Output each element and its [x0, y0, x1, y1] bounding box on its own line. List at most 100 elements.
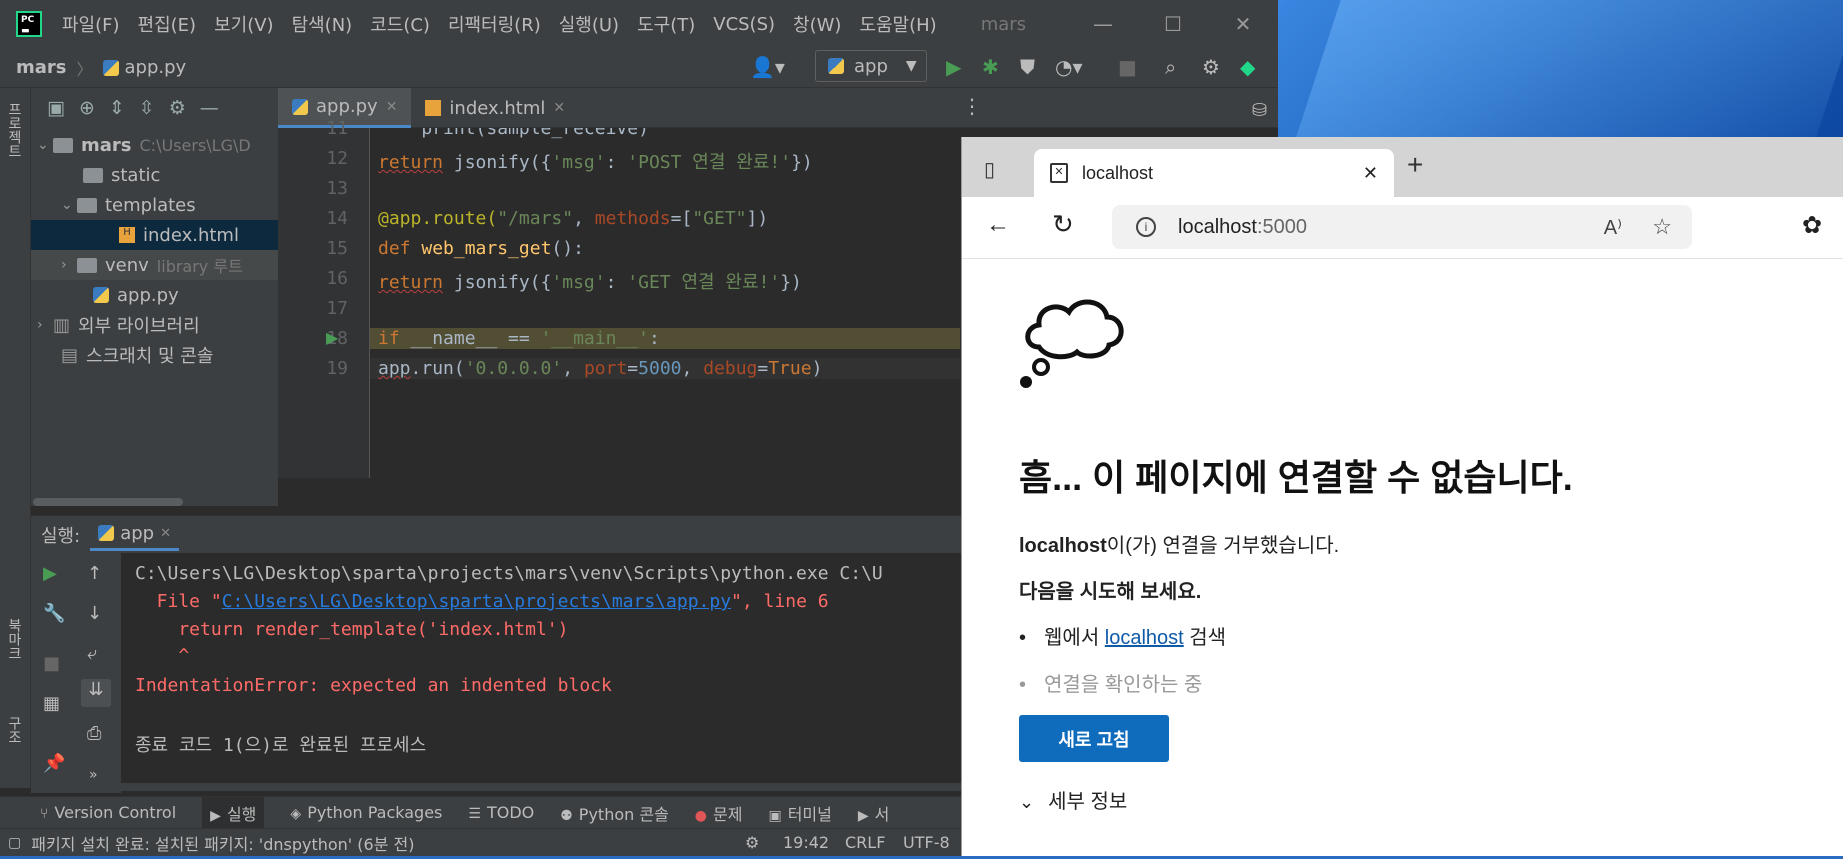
- tab-python-console[interactable]: ⚉ Python 콘솔: [560, 801, 669, 825]
- line-separator[interactable]: CRLF: [845, 833, 885, 852]
- run-config-select[interactable]: app ▼: [815, 50, 927, 82]
- tree-item-external-libraries[interactable]: › ▥ 외부 라이브러리: [31, 310, 278, 340]
- extensions-icon[interactable]: ✿: [1802, 211, 1822, 240]
- tree-item-static[interactable]: static: [31, 160, 278, 190]
- console-scrollbar[interactable]: [121, 783, 961, 791]
- gear-icon[interactable]: ⚙: [169, 97, 186, 119]
- print-icon[interactable]: ⎙: [87, 723, 101, 744]
- details-toggle[interactable]: ⌄ 세부 정보: [1019, 785, 1127, 814]
- expand-arrow-icon[interactable]: ⌄: [61, 197, 77, 213]
- code-editor[interactable]: print(sample_receive) return jsonify({'m…: [370, 128, 960, 478]
- collapse-arrow-icon[interactable]: ›: [61, 257, 77, 273]
- tree-item-app-py[interactable]: app.py: [31, 280, 278, 310]
- menu-refactor[interactable]: 리팩터링(R): [448, 11, 541, 37]
- refresh-icon[interactable]: ↻: [1052, 209, 1074, 240]
- tab-services[interactable]: ▶ 서: [858, 801, 890, 825]
- pin-icon[interactable]: 📌: [43, 753, 65, 774]
- down-arrow-icon[interactable]: ↓: [87, 603, 102, 624]
- more-options-icon[interactable]: ⋮: [962, 94, 982, 118]
- close-tab-icon[interactable]: ✕: [553, 100, 565, 116]
- more-icon[interactable]: »: [89, 767, 98, 783]
- close-tab-icon[interactable]: ✕: [160, 526, 171, 541]
- code-with-me-icon[interactable]: ◆: [1240, 55, 1255, 79]
- soft-wrap-icon[interactable]: ⤶: [87, 643, 97, 664]
- scroll-to-end-icon[interactable]: ⇊: [81, 679, 111, 707]
- status-message[interactable]: 패키지 설치 완료: 설치된 패키지: 'dnspython' (6분 전): [31, 831, 414, 855]
- close-tab-icon[interactable]: ✕: [1363, 163, 1378, 184]
- run-gutter-icon[interactable]: ▶: [326, 328, 338, 347]
- close-tab-icon[interactable]: ✕: [386, 99, 398, 115]
- database-icon[interactable]: ⛁: [1252, 100, 1267, 121]
- wrench-icon[interactable]: 🔧: [43, 603, 65, 624]
- rerun-icon[interactable]: ▶: [43, 563, 57, 584]
- tree-item-templates[interactable]: ⌄ templates: [31, 190, 278, 220]
- hide-icon[interactable]: —: [200, 97, 219, 119]
- menu-run[interactable]: 실행(U): [559, 11, 619, 37]
- debug-icon[interactable]: ✱: [982, 55, 999, 79]
- menu-code[interactable]: 코드(C): [370, 11, 430, 37]
- menu-view[interactable]: 보기(V): [214, 11, 273, 37]
- search-localhost-link[interactable]: localhost: [1105, 627, 1184, 649]
- bookmarks-tool-label[interactable]: 북마크: [4, 618, 24, 660]
- collapse-all-icon[interactable]: ⇳: [139, 97, 155, 119]
- menu-navigate[interactable]: 탐색(N): [292, 11, 353, 37]
- coverage-icon[interactable]: ⛊: [1020, 55, 1035, 79]
- menu-file[interactable]: 파일(F): [62, 11, 120, 37]
- site-info-icon[interactable]: i: [1136, 217, 1156, 237]
- address-bar[interactable]: i localhost:5000 A⁾ ☆: [1112, 205, 1692, 249]
- browser-tab-localhost[interactable]: ✕ localhost ✕: [1034, 149, 1394, 197]
- menu-help[interactable]: 도움말(H): [859, 11, 936, 37]
- up-arrow-icon[interactable]: ↑: [87, 563, 102, 584]
- menu-edit[interactable]: 편집(E): [138, 11, 197, 37]
- new-tab-icon[interactable]: +: [1407, 149, 1423, 181]
- menu-vcs[interactable]: VCS(S): [713, 14, 775, 35]
- maximize-icon[interactable]: ☐: [1138, 0, 1208, 48]
- tab-terminal[interactable]: ▣ 터미널: [768, 801, 831, 825]
- close-icon[interactable]: ✕: [1208, 0, 1278, 48]
- back-arrow-icon[interactable]: ←: [986, 211, 1010, 239]
- user-icon[interactable]: 👤▾: [750, 55, 785, 79]
- layout-icon[interactable]: ▦: [43, 693, 60, 714]
- target-icon[interactable]: ⊕: [79, 97, 95, 119]
- tab-problems[interactable]: ● 문제: [695, 801, 743, 825]
- horizontal-scrollbar[interactable]: [33, 498, 183, 506]
- tab-actions-icon[interactable]: ▯: [984, 157, 995, 182]
- tab-index-html[interactable]: index.html ✕: [411, 88, 579, 128]
- run-console[interactable]: C:\Users\LG\Desktop\sparta\projects\mars…: [121, 553, 961, 793]
- run-tab-app[interactable]: app ✕: [90, 519, 179, 551]
- profile-icon[interactable]: ◔▾: [1055, 55, 1083, 79]
- project-tool-label[interactable]: 프로젝트: [4, 102, 24, 158]
- stop-icon[interactable]: ■: [1118, 55, 1137, 79]
- search-icon[interactable]: ⌕: [1165, 55, 1176, 79]
- expand-arrow-icon[interactable]: ⌄: [37, 137, 53, 153]
- cursor-position[interactable]: 19:42: [783, 833, 829, 852]
- minimize-icon[interactable]: —: [1068, 0, 1138, 48]
- add-favorite-icon[interactable]: ☆: [1652, 214, 1672, 240]
- tree-item-scratches[interactable]: ▤ 스크래치 및 콘솔: [31, 340, 278, 370]
- breadcrumb-file[interactable]: app.py: [125, 57, 187, 78]
- settings-gear-icon[interactable]: ⚙: [1202, 55, 1220, 79]
- structure-tool-label[interactable]: 구조: [4, 716, 24, 744]
- tree-item-venv[interactable]: › venv library 루트: [31, 250, 278, 280]
- menu-tools[interactable]: 도구(T): [637, 11, 695, 37]
- run-icon[interactable]: ▶: [946, 55, 961, 79]
- tab-version-control[interactable]: ⑂ Version Control: [40, 803, 176, 822]
- expand-all-icon[interactable]: ⇕: [109, 97, 125, 119]
- read-aloud-icon[interactable]: A⁾: [1604, 215, 1622, 240]
- tab-todo[interactable]: ☰ TODO: [468, 803, 534, 822]
- pycharm-logo-icon[interactable]: PC ▬: [16, 11, 42, 37]
- select-opened-file-icon[interactable]: ▣: [47, 97, 65, 119]
- tab-python-packages[interactable]: ◈ Python Packages: [290, 803, 442, 822]
- tab-run[interactable]: ▶ 실행: [202, 796, 265, 829]
- settings-sync-icon[interactable]: ⚙: [745, 833, 759, 852]
- collapse-arrow-icon[interactable]: ›: [37, 317, 53, 333]
- breadcrumb-project[interactable]: mars: [16, 57, 67, 78]
- layout-toggle-icon[interactable]: ▢: [8, 835, 21, 851]
- menu-window[interactable]: 창(W): [793, 11, 841, 37]
- tree-item-mars[interactable]: ⌄ mars C:\Users\LG\D: [31, 130, 278, 160]
- tree-item-index-html[interactable]: H index.html: [31, 220, 278, 250]
- stop-icon[interactable]: ■: [43, 653, 60, 674]
- console-file-link[interactable]: C:\Users\LG\Desktop\sparta\projects\mars…: [222, 591, 731, 612]
- reload-button[interactable]: 새로 고침: [1019, 715, 1169, 762]
- file-encoding[interactable]: UTF-8: [903, 833, 950, 852]
